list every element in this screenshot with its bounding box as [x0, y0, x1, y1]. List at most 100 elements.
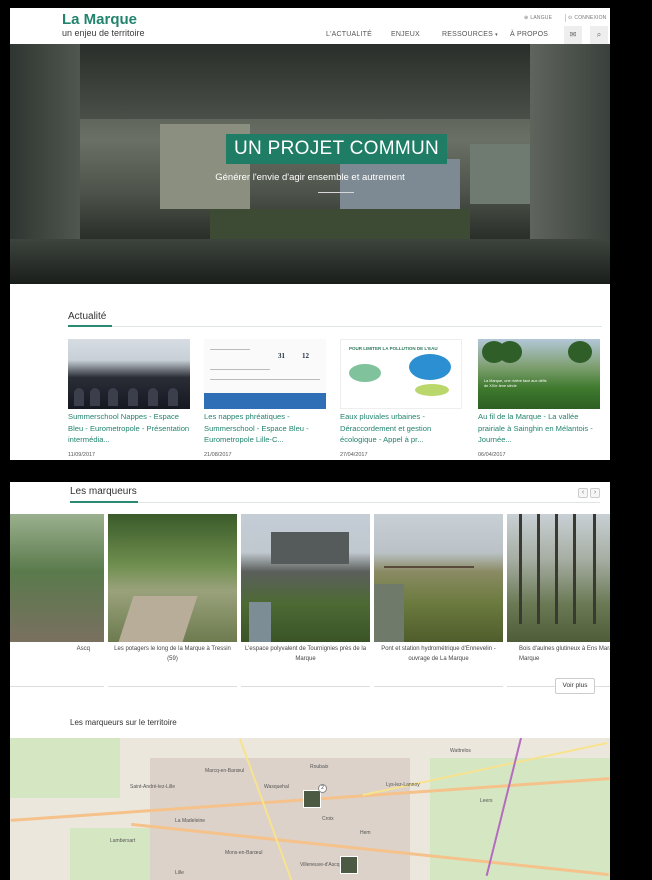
photo-water	[374, 584, 404, 642]
nav-ressources-label: RESSOURCES	[442, 31, 494, 38]
news-title[interactable]: Summerschool Nappes - Espace Bleu - Euro…	[68, 411, 190, 446]
territory-map[interactable]: Marcq-en-Barœul Wasquehal Croix Lys-lez-…	[10, 738, 610, 880]
thumb-person	[148, 388, 158, 406]
marker-caption[interactable]: Bois d'aulnes glutineux à Ens Marais de …	[507, 644, 610, 664]
marker-rule	[241, 686, 370, 687]
photo-tree-trunk	[573, 514, 576, 624]
voir-plus-button[interactable]: Voir plus	[555, 678, 595, 694]
map-green-area	[10, 738, 120, 798]
territoire-heading: Les marqueurs sur le territoire	[70, 718, 177, 727]
news-title[interactable]: Les nappes phréatiques - Summerschool - …	[204, 411, 326, 446]
envelope-icon[interactable]: ✉	[564, 26, 582, 44]
thumb-number: 12	[302, 352, 309, 360]
nav-a-propos[interactable]: À PROPOS	[510, 31, 548, 38]
news-thumbnail[interactable]	[68, 339, 190, 409]
thumb-tree	[498, 341, 522, 363]
map-label: Croix	[322, 816, 334, 822]
thumb-shape	[409, 354, 451, 380]
marker-caption[interactable]: Les potagers le long de la Marque à Tres…	[108, 644, 237, 664]
thumb-headline: POUR LIMITER LA POLLUTION DE L'EAU	[349, 346, 438, 351]
marker-card[interactable]: Les potagers le long de la Marque à Tres…	[108, 514, 237, 687]
hero-river	[10, 239, 610, 284]
logo-subtitle: un enjeu de territoire	[62, 28, 145, 38]
language-link[interactable]: ⊕ LANGUE	[524, 15, 552, 21]
news-title[interactable]: Eaux pluviales urbaines - Déraccordement…	[340, 411, 462, 446]
marker-caption[interactable]: L'espace polyvalent de Tournignies près …	[241, 644, 370, 664]
marker-rule	[374, 686, 503, 687]
thumb-person	[128, 388, 138, 406]
marqueurs-rule	[70, 502, 600, 503]
nav-enjeux[interactable]: ENJEUX	[391, 31, 420, 38]
photo-tree-trunk	[555, 514, 558, 624]
hero-vegetation	[210, 209, 470, 241]
marqueurs-heading: Les marqueurs	[70, 486, 137, 497]
map-marker[interactable]	[340, 856, 358, 874]
carousel-prev-button[interactable]: ‹	[578, 488, 588, 498]
map-label: Saint-André-lez-Lille	[130, 784, 176, 790]
site-header: La Marque un enjeu de territoire ⊕ LANGUE…	[10, 8, 610, 44]
photo-railing	[384, 566, 474, 568]
photo-tree-trunk	[519, 514, 522, 624]
map-marker[interactable]	[303, 790, 321, 808]
marqueurs-rule-accent	[70, 501, 138, 503]
news-card[interactable]: La Marque, une rivière face aux défis de…	[478, 339, 600, 458]
news-thumbnail[interactable]: La Marque, une rivière face aux défis de…	[478, 339, 600, 409]
marker-photo[interactable]	[10, 514, 104, 642]
actualite-rule-accent	[68, 325, 112, 327]
map-label: Lys-lez-Lannoy	[386, 782, 420, 788]
logo-title[interactable]: La Marque	[62, 11, 137, 28]
map-label: Wattrelos	[450, 748, 471, 754]
thumb-line	[210, 369, 270, 370]
news-card[interactable]: Summerschool Nappes - Espace Bleu - Euro…	[68, 339, 190, 458]
news-thumbnail[interactable]: 31 12	[204, 339, 326, 409]
map-label: Leers	[480, 798, 493, 804]
photo-building	[271, 532, 349, 564]
news-thumbnail[interactable]: POUR LIMITER LA POLLUTION DE L'EAU	[340, 339, 462, 409]
language-label: LANGUE	[530, 15, 553, 21]
thumb-person	[74, 388, 84, 406]
photo-tree-trunk	[593, 514, 596, 624]
marker-rule	[108, 686, 237, 687]
news-date: 11/09/2017	[68, 452, 96, 458]
map-label: Lille	[175, 870, 184, 876]
homepage-top-screenshot: La Marque un enjeu de territoire ⊕ LANGUE…	[10, 8, 610, 460]
search-icon[interactable]: ⌕	[590, 26, 608, 44]
news-card[interactable]: 31 12 Les nappes phréatiques - Summersch…	[204, 339, 326, 458]
marker-caption[interactable]: Ascq	[10, 644, 104, 654]
map-cluster-count[interactable]: 2	[318, 784, 327, 793]
photo-water	[249, 602, 271, 642]
marker-photo[interactable]	[507, 514, 610, 642]
nav-ressources[interactable]: RESSOURCES ▾	[442, 31, 498, 38]
marker-card[interactable]: L'espace polyvalent de Tournignies près …	[241, 514, 370, 687]
chevron-down-icon: ▾	[495, 32, 498, 38]
marker-photo[interactable]	[241, 514, 370, 642]
hero-title: UN PROJET COMMUN	[226, 134, 448, 164]
marker-card[interactable]: Pont et station hydrométrique d'Enneveli…	[374, 514, 503, 687]
marker-caption[interactable]: Pont et station hydrométrique d'Enneveli…	[374, 644, 503, 664]
hero-bridge-deck	[10, 44, 610, 119]
news-date: 27/04/2017	[340, 452, 368, 458]
hero-banner: UN PROJET COMMUN Générer l'envie d'agir …	[10, 44, 610, 284]
connexion-label: CONNEXION	[574, 15, 607, 21]
connexion-link[interactable]: ⊙ CONNEXION	[568, 15, 606, 21]
thumb-person	[168, 388, 178, 406]
map-label: Villeneuve-d'Ascq	[300, 862, 340, 868]
nav-actualite[interactable]: L'ACTUALITÉ	[326, 31, 372, 38]
hero-graffiti-wall	[340, 159, 460, 209]
thumb-tree	[568, 341, 592, 363]
marker-photo[interactable]	[374, 514, 503, 642]
marker-card[interactable]: Bois d'aulnes glutineux à Ens Marais de …	[507, 514, 610, 687]
map-label: Marcq-en-Barœul	[205, 768, 245, 774]
news-title[interactable]: Au fil de la Marque - La vallée prairial…	[478, 411, 600, 446]
news-card[interactable]: POUR LIMITER LA POLLUTION DE L'EAU Eaux …	[340, 339, 462, 458]
map-label: Roubaix	[310, 764, 329, 770]
thumb-caption: La Marque, une rivière face aux défis de…	[484, 379, 547, 388]
carousel-next-button[interactable]: ›	[590, 488, 600, 498]
thumb-person	[90, 388, 100, 406]
thumb-shape	[415, 384, 449, 396]
marker-photo[interactable]	[108, 514, 237, 642]
marker-card[interactable]: Ascq	[10, 514, 104, 687]
map-label: Lambersart	[110, 838, 136, 844]
thumb-blue-band	[204, 393, 326, 409]
map-green-area	[70, 828, 160, 880]
